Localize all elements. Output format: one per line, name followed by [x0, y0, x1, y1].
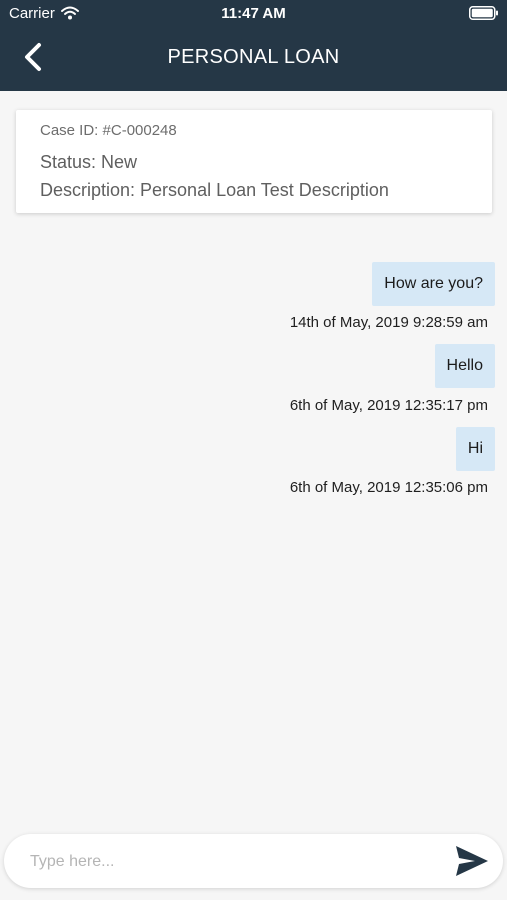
send-icon[interactable]	[455, 845, 489, 877]
nav-bar: PERSONAL LOAN	[0, 28, 507, 91]
case-details-card: Case ID: #C-000248 Status: New Descripti…	[16, 110, 492, 213]
app-header: Carrier 11:47 AM PERSONAL LOAN	[0, 0, 507, 91]
status-bar: Carrier 11:47 AM	[0, 0, 507, 28]
case-description: Description: Personal Loan Test Descript…	[40, 180, 389, 200]
message-timestamp: 14th of May, 2019 9:28:59 am	[289, 314, 488, 331]
battery-icon	[469, 6, 498, 20]
page-title: PERSONAL LOAN	[167, 46, 340, 68]
message-input[interactable]	[28, 844, 442, 880]
message-bubble: Hi	[455, 427, 495, 471]
case-id: Case ID: #C-000248	[40, 122, 177, 139]
message-timestamp: 6th of May, 2019 12:35:17 pm	[289, 397, 488, 414]
status-time: 11:47 AM	[221, 5, 286, 22]
message-bubble: How are you?	[372, 262, 495, 306]
case-status: Status: New	[40, 152, 138, 172]
message-composer	[4, 834, 503, 888]
message-bubble: Hello	[434, 344, 495, 388]
message-timestamp: 6th of May, 2019 12:35:06 pm	[289, 479, 488, 496]
